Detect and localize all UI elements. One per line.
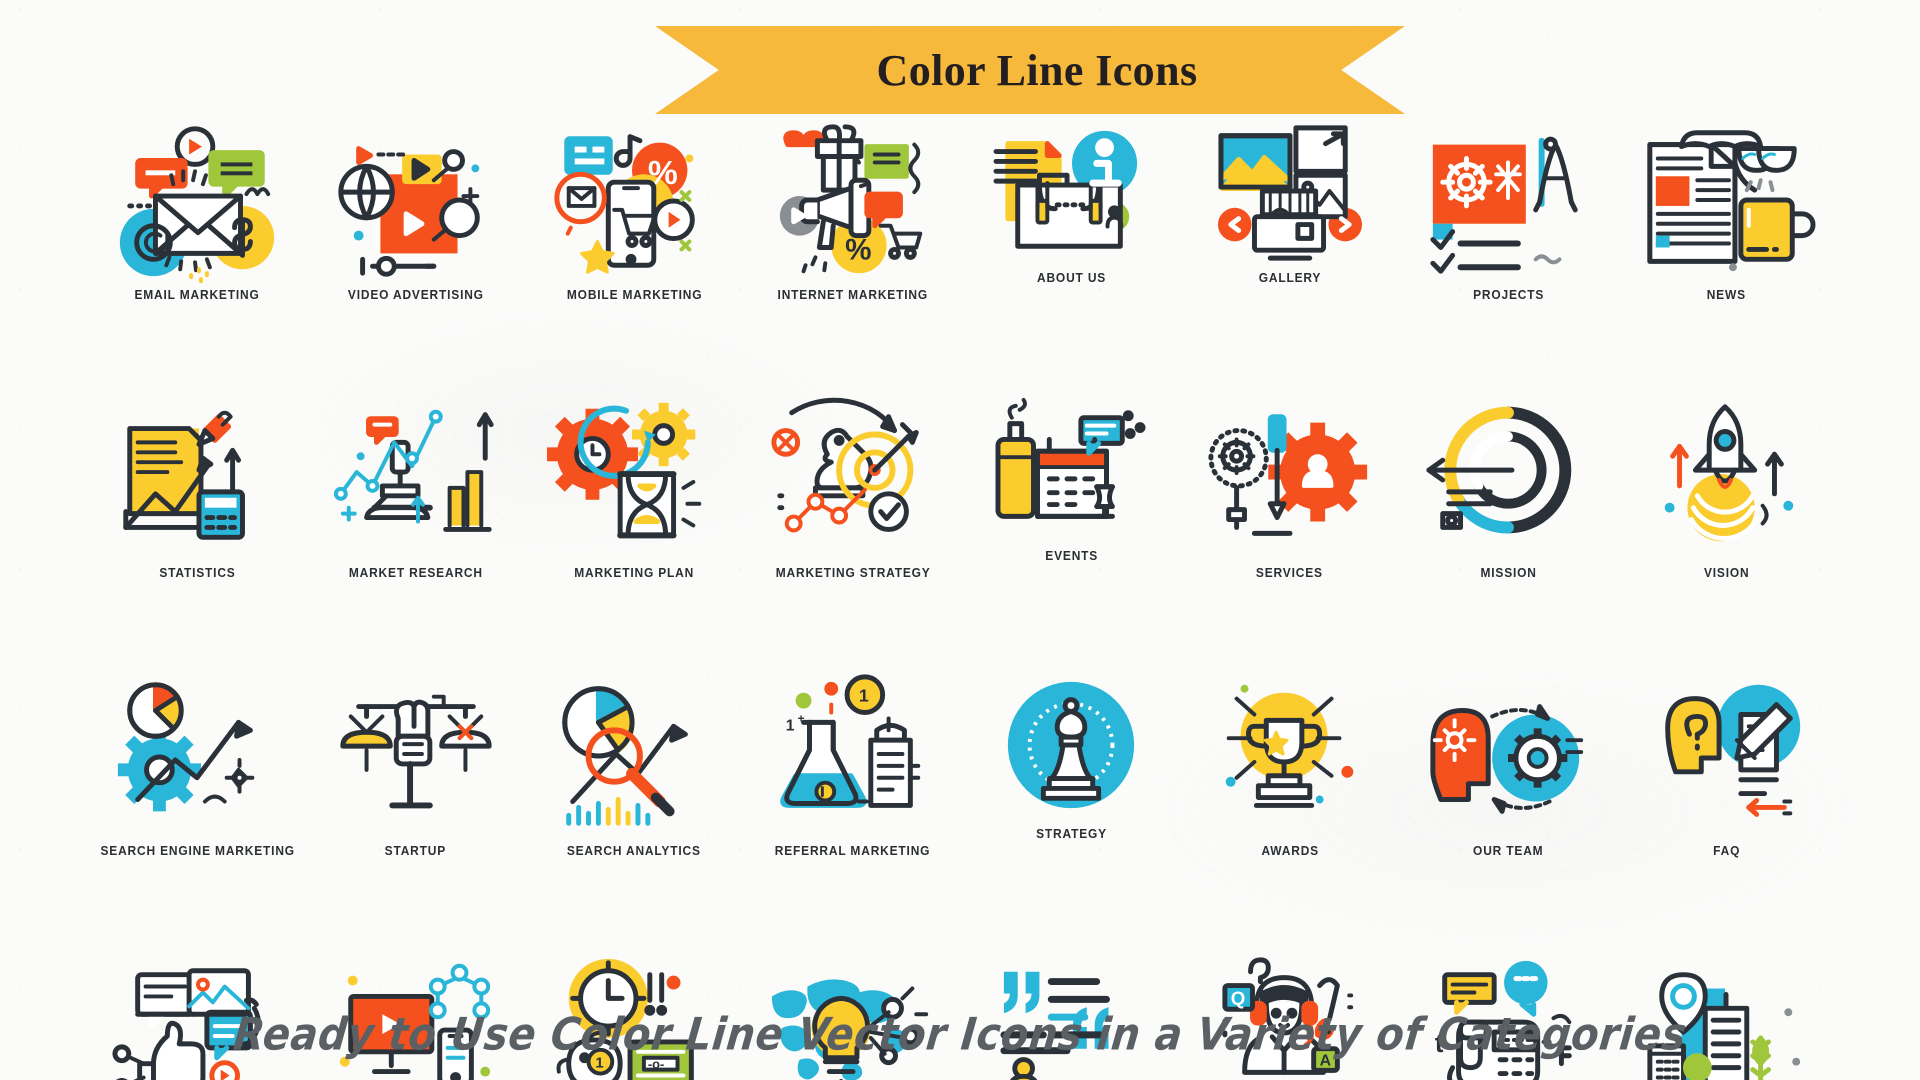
icon-label: MISSION bbox=[1480, 565, 1537, 580]
newspaper-glasses-icon[interactable] bbox=[1638, 118, 1816, 283]
icon-label: AWARDS bbox=[1261, 843, 1319, 858]
icon-cell-email-marketing[interactable]: EMAIL MARKETING bbox=[88, 118, 307, 328]
icon-cell-vision[interactable]: VISION bbox=[1618, 396, 1837, 606]
icon-cell-gallery[interactable]: GALLERY bbox=[1181, 118, 1400, 328]
icon-cell-internet-marketing[interactable]: % INTERNET MARKETING bbox=[744, 118, 963, 328]
icon-cell-services[interactable]: SERVICES bbox=[1181, 396, 1400, 606]
icon-label: INTERNET MARKETING bbox=[777, 287, 928, 302]
title-banner: Color Line Icons bbox=[0, 26, 1920, 114]
icon-label: VIDEO ADVERTISING bbox=[347, 287, 484, 302]
icon-label: VISION bbox=[1703, 565, 1750, 580]
icon-label: PROJECTS bbox=[1472, 287, 1544, 302]
icon-cell-startup[interactable]: STARTUP bbox=[307, 674, 526, 884]
icon-label: EMAIL MARKETING bbox=[134, 287, 260, 302]
icon-label: SERVICES bbox=[1256, 565, 1324, 580]
icon-label: FAQ bbox=[1713, 843, 1741, 858]
blueprint-compass-icon[interactable] bbox=[1419, 118, 1597, 283]
gear-user-tools-icon[interactable] bbox=[1201, 396, 1379, 561]
icon-label: STARTUP bbox=[385, 843, 447, 858]
icon-cell-statistics[interactable]: STATISTICS bbox=[88, 396, 307, 606]
microscope-graph-icon[interactable] bbox=[327, 396, 505, 561]
video-globe-icon[interactable] bbox=[327, 118, 505, 283]
icon-label: MARKETING STRATEGY bbox=[775, 565, 931, 580]
gear-pie-arrow-icon[interactable] bbox=[108, 674, 286, 839]
icon-cell-market-research[interactable]: MARKET RESEARCH bbox=[307, 396, 526, 606]
icon-cell-projects[interactable]: PROJECTS bbox=[1399, 118, 1618, 328]
icon-label: GALLERY bbox=[1258, 270, 1322, 285]
icon-cell-marketing-plan[interactable]: MARKETING PLAN bbox=[525, 396, 744, 606]
icon-cell-search-engine-marketing[interactable]: SEARCH ENGINE MARKETING bbox=[88, 674, 307, 884]
rocket-launch-icon[interactable] bbox=[1638, 396, 1816, 561]
knight-target-icon[interactable] bbox=[764, 396, 942, 561]
icon-label: ABOUT US bbox=[1036, 270, 1106, 285]
target-arrow-icon[interactable] bbox=[1419, 396, 1597, 561]
footer-tagline: Ready to Use Color Line Vector Icons in … bbox=[231, 1009, 1689, 1061]
icon-cell-strategy[interactable]: STRATEGY bbox=[962, 674, 1181, 884]
envelope-chat-icon[interactable] bbox=[108, 118, 286, 284]
icon-cell-awards[interactable]: AWARDS bbox=[1181, 674, 1400, 884]
icon-cell-mobile-marketing[interactable]: % MOBILE MARKETING bbox=[525, 118, 744, 328]
calendar-bottle-icon[interactable] bbox=[982, 396, 1160, 544]
icon-cell-mission[interactable]: MISSION bbox=[1399, 396, 1618, 606]
mobile-cart-icon[interactable]: % bbox=[545, 118, 723, 283]
flask-referral-icon[interactable]: 1 1 + bbox=[764, 674, 942, 839]
icon-label: OUR TEAM bbox=[1473, 843, 1544, 858]
icon-label: MOBILE MARKETING bbox=[566, 287, 702, 302]
gear-hourglass-icon[interactable] bbox=[545, 396, 723, 561]
icon-cell-marketing-strategy[interactable]: MARKETING STRATEGY bbox=[744, 396, 963, 606]
icon-label: SEARCH ANALYTICS bbox=[567, 843, 702, 858]
icon-cell-faq[interactable]: FAQ bbox=[1618, 674, 1837, 884]
svg-text:1: 1 bbox=[859, 686, 869, 706]
icon-cell-about-us[interactable]: ABOUT US bbox=[962, 118, 1181, 328]
chart-calculator-icon[interactable] bbox=[108, 396, 286, 561]
chess-queen-circle-icon[interactable] bbox=[982, 674, 1160, 822]
icon-cell-video-advertising[interactable]: VIDEO ADVERTISING bbox=[307, 118, 526, 328]
icon-label: MARKET RESEARCH bbox=[348, 565, 483, 580]
icon-label: EVENTS bbox=[1044, 548, 1098, 563]
icon-label: REFERRAL MARKETING bbox=[774, 843, 931, 858]
svg-text:%: % bbox=[845, 233, 871, 266]
icon-cell-news[interactable]: NEWS bbox=[1618, 118, 1837, 328]
trophy-bulb-icon[interactable] bbox=[1201, 674, 1379, 839]
icon-label: STATISTICS bbox=[159, 565, 236, 580]
magnifier-pie-icon[interactable] bbox=[545, 674, 723, 839]
photo-camera-icon[interactable] bbox=[1201, 118, 1379, 266]
page-title: Color Line Icons bbox=[876, 45, 1198, 95]
head-question-icon[interactable] bbox=[1638, 674, 1816, 839]
icon-cell-events[interactable]: EVENTS bbox=[962, 396, 1181, 606]
icon-grid: EMAIL MARKETING VIDEO ADVERTISING % MOBI… bbox=[88, 118, 1836, 1080]
icon-label: SEARCH ENGINE MARKETING bbox=[100, 843, 295, 858]
heads-gear-icon[interactable] bbox=[1419, 674, 1597, 839]
megaphone-gift-icon[interactable]: % bbox=[764, 118, 942, 283]
svg-text:Q: Q bbox=[1231, 987, 1246, 1008]
briefcase-info-icon[interactable] bbox=[982, 118, 1160, 266]
svg-text:1: 1 bbox=[786, 717, 795, 734]
balance-fist-icon[interactable] bbox=[327, 674, 505, 839]
icon-label: MARKETING PLAN bbox=[574, 565, 695, 580]
icon-cell-referral-marketing[interactable]: 1 1 + REFERRAL MARKETING bbox=[744, 674, 963, 884]
icon-label: NEWS bbox=[1707, 287, 1747, 302]
banner-ribbon: Color Line Icons bbox=[655, 26, 1405, 114]
icon-label: STRATEGY bbox=[1035, 826, 1107, 841]
icon-cell-our-team[interactable]: OUR TEAM bbox=[1399, 674, 1618, 884]
icon-cell-search-analytics[interactable]: SEARCH ANALYTICS bbox=[525, 674, 744, 884]
